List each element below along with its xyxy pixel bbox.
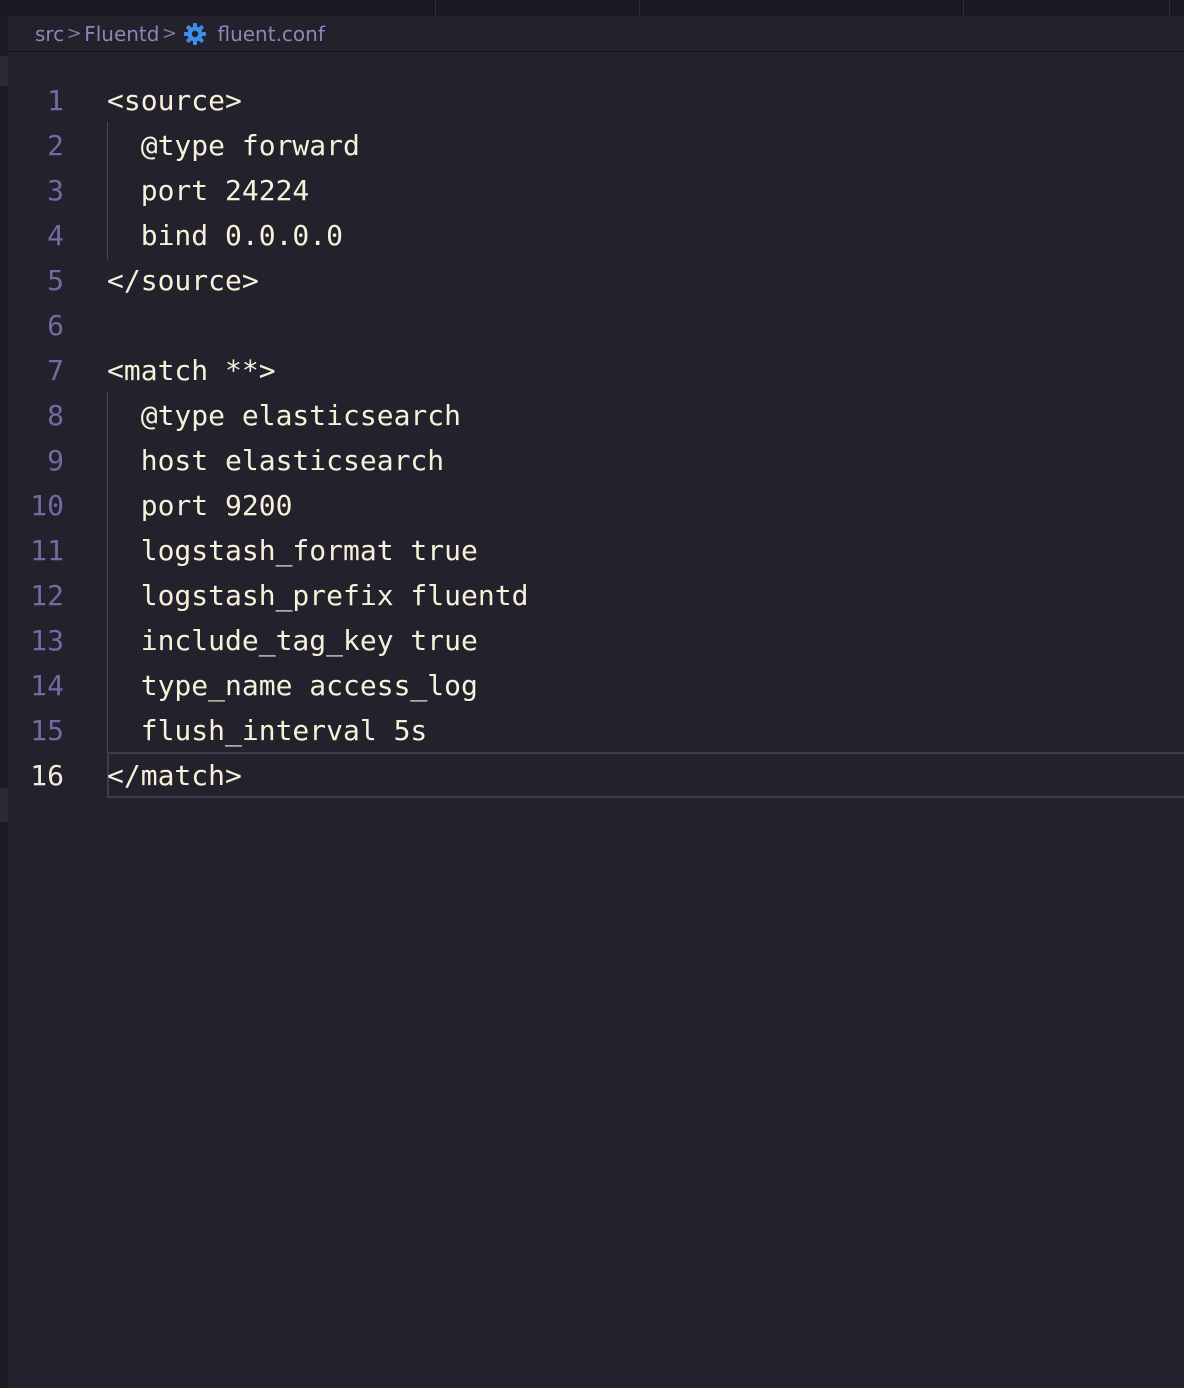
line-content[interactable]: host elasticsearch — [107, 438, 444, 483]
code-line[interactable]: 9 host elasticsearch — [8, 438, 1184, 483]
line-content[interactable]: type_name access_log — [107, 663, 478, 708]
line-content[interactable]: flush_interval 5s — [107, 708, 428, 753]
line-content[interactable]: <match **> — [107, 348, 276, 393]
line-number: 14 — [30, 669, 64, 702]
line-content[interactable]: bind 0.0.0.0 — [107, 213, 343, 258]
code-line[interactable]: 10 port 9200 — [8, 483, 1184, 528]
code-editor[interactable]: 1 <source> 2 @type forward 3 port 24224 4 bi… — [8, 52, 1184, 1388]
breadcrumb: src > Fluentd > fluent.conf — [8, 16, 1184, 52]
code-line[interactable]: 16 </match> — [8, 753, 1184, 798]
line-content[interactable]: <source> — [107, 78, 242, 123]
line-number: 2 — [47, 129, 64, 162]
gear-icon — [183, 22, 207, 46]
code-line[interactable]: 1 <source> — [8, 78, 1184, 123]
line-number: 16 — [30, 759, 64, 792]
edge-marker — [0, 788, 8, 822]
code-line[interactable]: 2 @type forward — [8, 123, 1184, 168]
line-content[interactable]: logstash_format true — [107, 528, 478, 573]
line-number: 4 — [47, 219, 64, 252]
chevron-right-icon: > — [161, 23, 178, 44]
line-content[interactable]: logstash_prefix fluentd — [107, 573, 529, 618]
code-line[interactable]: 4 bind 0.0.0.0 — [8, 213, 1184, 258]
line-number: 12 — [30, 579, 64, 612]
breadcrumb-item-file[interactable]: fluent.conf — [217, 22, 324, 46]
tab-divider — [639, 0, 640, 16]
tab-strip — [0, 0, 1184, 16]
tab-divider — [1169, 0, 1170, 16]
line-content[interactable]: include_tag_key true — [107, 618, 478, 663]
line-number: 9 — [47, 444, 64, 477]
line-number: 8 — [47, 399, 64, 432]
line-content[interactable]: @type forward — [107, 123, 360, 168]
line-number: 5 — [47, 264, 64, 297]
line-content[interactable]: port 9200 — [107, 483, 293, 528]
line-content[interactable]: </match> — [107, 753, 242, 798]
code-line[interactable]: 13 include_tag_key true — [8, 618, 1184, 663]
code-line[interactable]: 8 @type elasticsearch — [8, 393, 1184, 438]
tab-divider — [963, 0, 964, 16]
line-content[interactable]: </source> — [107, 258, 259, 303]
chevron-right-icon: > — [66, 23, 82, 44]
line-number: 11 — [30, 534, 64, 567]
line-number: 13 — [30, 624, 64, 657]
breadcrumb-item-fluentd[interactable]: Fluentd — [84, 22, 159, 46]
code-line[interactable]: 3 port 24224 — [8, 168, 1184, 213]
breadcrumb-item-src[interactable]: src — [35, 22, 64, 46]
activity-edge — [0, 16, 8, 1388]
line-number: 10 — [30, 489, 64, 522]
line-number: 1 — [47, 84, 64, 117]
code-line[interactable]: 5 </source> — [8, 258, 1184, 303]
code-line[interactable]: 6 — [8, 303, 1184, 348]
code-line[interactable]: 15 flush_interval 5s — [8, 708, 1184, 753]
line-number: 15 — [30, 714, 64, 747]
code-line[interactable]: 12 logstash_prefix fluentd — [8, 573, 1184, 618]
line-number: 7 — [47, 354, 64, 387]
line-number: 3 — [47, 174, 64, 207]
tab-divider — [435, 0, 436, 16]
line-content[interactable]: @type elasticsearch — [107, 393, 461, 438]
edge-marker — [0, 56, 8, 86]
code-line[interactable]: 7 <match **> — [8, 348, 1184, 393]
line-content[interactable]: port 24224 — [107, 168, 310, 213]
code-line[interactable]: 11 logstash_format true — [8, 528, 1184, 573]
line-number: 6 — [47, 309, 64, 342]
code-line[interactable]: 14 type_name access_log — [8, 663, 1184, 708]
